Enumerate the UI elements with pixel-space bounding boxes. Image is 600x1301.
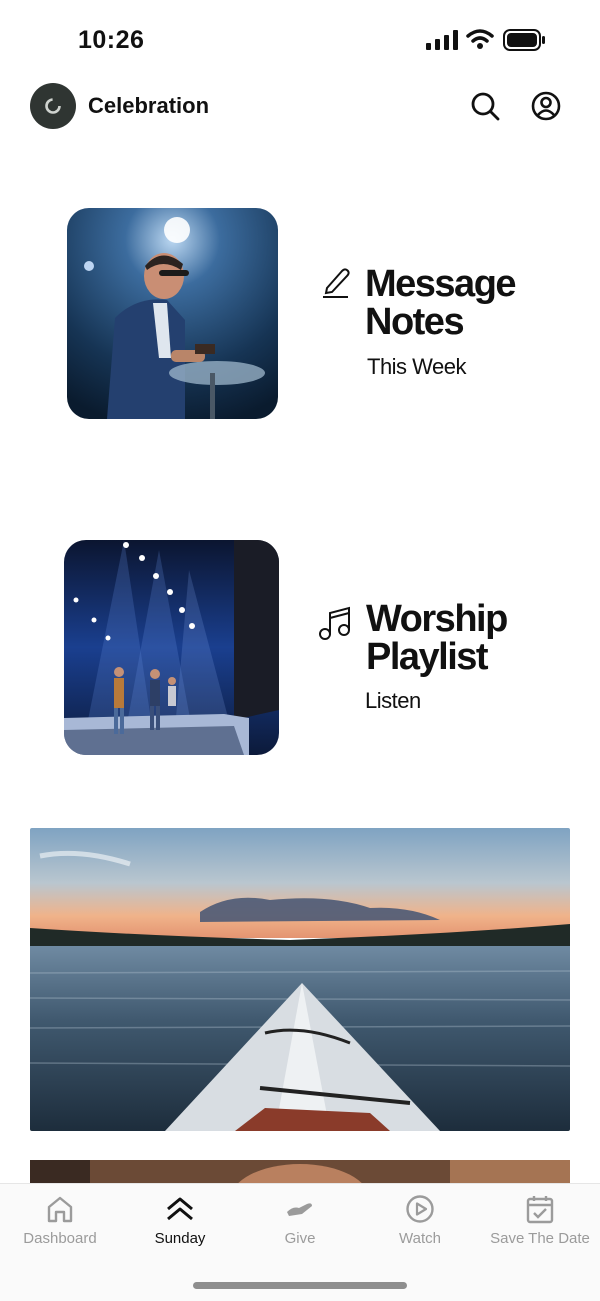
play-circle-icon	[406, 1195, 434, 1223]
home-indicator[interactable]	[193, 1282, 407, 1289]
tab-dashboard[interactable]: Dashboard	[0, 1194, 120, 1247]
worship-playlist-image	[64, 540, 279, 755]
tab-watch[interactable]: Watch	[360, 1194, 480, 1247]
search-icon[interactable]	[469, 90, 501, 122]
logo-icon	[45, 98, 61, 114]
wifi-icon	[466, 29, 494, 49]
tab-save-the-date[interactable]: Save The Date	[480, 1194, 600, 1247]
lake-banner-image[interactable]	[30, 828, 570, 1131]
tab-label: Save The Date	[490, 1230, 590, 1247]
tab-label: Give	[284, 1230, 316, 1247]
cellular-signal-icon	[426, 30, 458, 50]
give-hand-icon	[287, 1203, 312, 1216]
account-icon[interactable]	[530, 90, 562, 122]
calendar-check-icon	[526, 1196, 554, 1224]
worship-playlist-subtitle: Listen	[365, 688, 421, 713]
tab-give[interactable]: Give	[240, 1194, 360, 1247]
tab-label: Sunday	[154, 1230, 206, 1247]
app-header: Celebration	[0, 82, 600, 130]
chevrons-up-icon	[167, 1197, 193, 1221]
tab-label: Dashboard	[23, 1230, 97, 1247]
bottom-tab-bar: Dashboard Sunday Give Watch Save The Dat…	[0, 1183, 600, 1301]
tab-sunday[interactable]: Sunday	[120, 1194, 240, 1247]
pencil-icon	[323, 268, 350, 298]
worship-playlist-title: Worship Playlist	[366, 598, 508, 678]
battery-icon	[503, 29, 545, 51]
home-icon	[47, 1196, 73, 1223]
message-notes-image	[67, 208, 278, 419]
message-notes-subtitle: This Week	[367, 354, 467, 379]
message-notes-title: Message Notes	[365, 263, 517, 343]
status-time: 10:26	[78, 26, 145, 54]
status-bar: 10:26	[0, 0, 600, 70]
church-logo[interactable]	[30, 83, 76, 129]
tab-label: Watch	[399, 1230, 441, 1247]
music-note-icon	[319, 606, 350, 640]
app-title: Celebration	[88, 93, 210, 118]
